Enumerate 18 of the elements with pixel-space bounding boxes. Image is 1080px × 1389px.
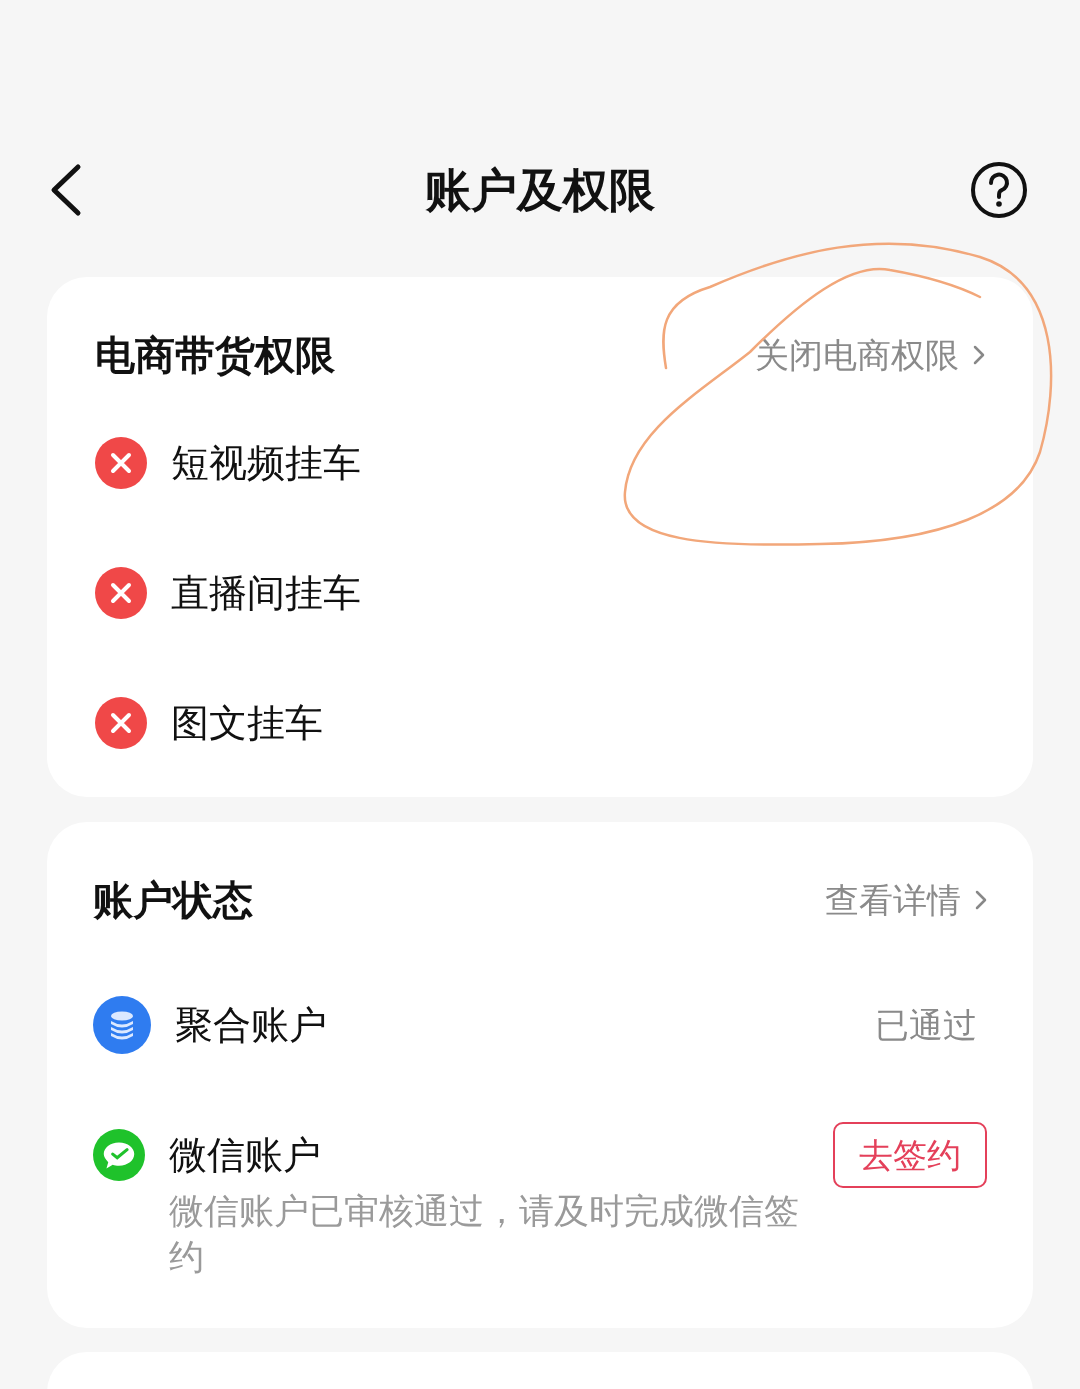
sign-button[interactable]: 去签约 <box>833 1122 987 1188</box>
account-note: 微信账户已审核通过，请及时完成微信签约 <box>169 1190 800 1279</box>
account-label: 聚合账户 <box>175 1002 328 1049</box>
coin-stack-icon <box>93 996 151 1054</box>
account-label: 微信账户 <box>169 1132 322 1179</box>
permission-label: 直播间挂车 <box>171 570 361 617</box>
section-link[interactable]: 查看详情 <box>825 874 961 926</box>
section-link[interactable]: 关闭电商权限 <box>755 329 959 381</box>
section-title: 账户状态 <box>93 876 253 925</box>
chevron-icon <box>975 890 987 910</box>
permission-label: 短视频挂车 <box>171 440 361 487</box>
permission-label: 图文挂车 <box>171 700 323 747</box>
chat-icon <box>93 1126 145 1184</box>
chevron-icon <box>973 345 985 365</box>
page-title: 账户及权限 <box>425 161 655 219</box>
section-title: 电商带货权限 <box>95 331 335 380</box>
status-text: 已通过 <box>875 1004 977 1047</box>
help-icon[interactable] <box>970 161 1028 219</box>
